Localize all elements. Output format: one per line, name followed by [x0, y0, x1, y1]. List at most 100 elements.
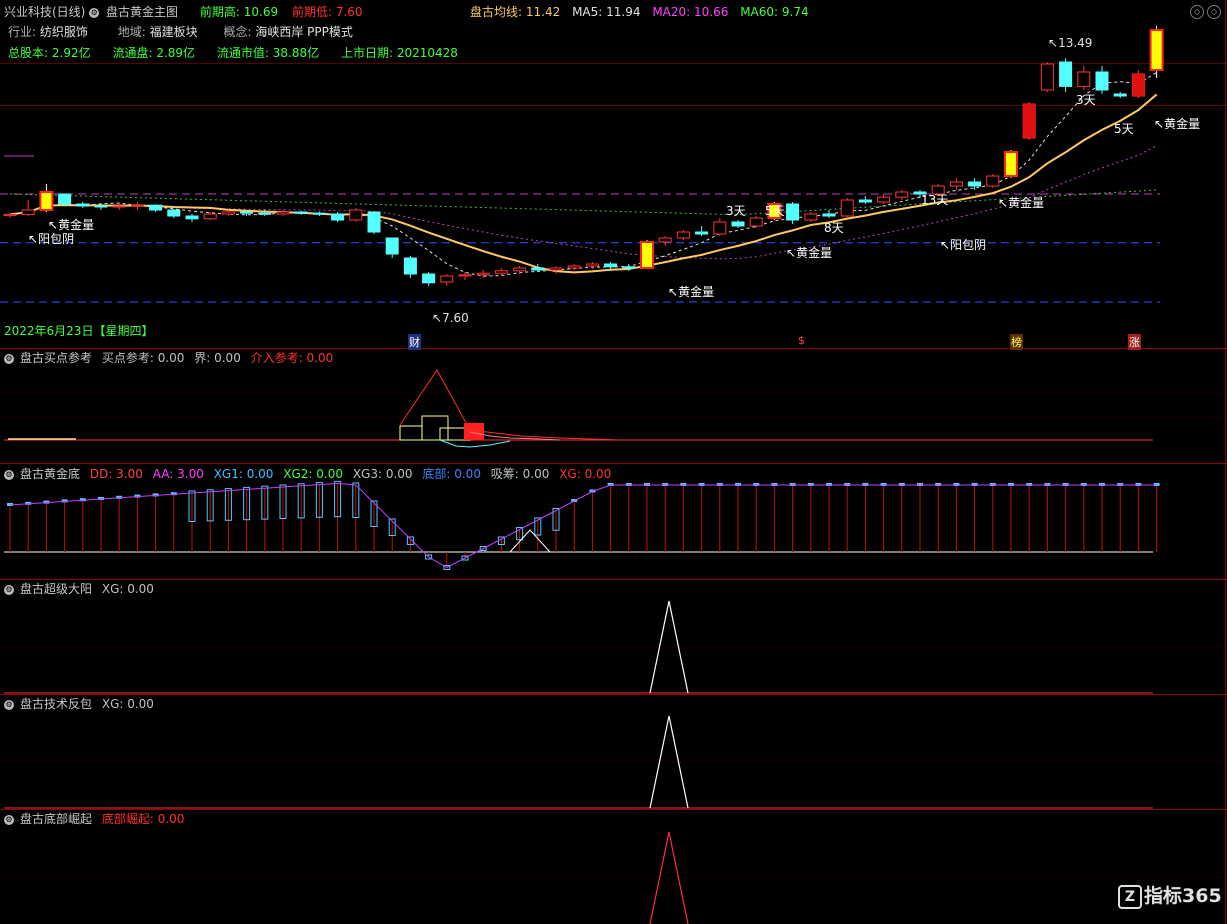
candle[interactable] — [385, 237, 399, 258]
candle[interactable] — [695, 226, 709, 236]
indicator-tick — [680, 483, 687, 486]
candle[interactable] — [331, 212, 345, 222]
candle[interactable] — [185, 214, 199, 222]
candle[interactable] — [422, 272, 436, 286]
candle[interactable] — [167, 209, 181, 218]
signal-line — [399, 369, 621, 441]
candle[interactable] — [676, 230, 690, 240]
candle[interactable] — [949, 178, 963, 190]
candle[interactable] — [494, 268, 508, 276]
brand-icon: Z — [1118, 884, 1142, 909]
candle[interactable] — [877, 194, 891, 204]
indicator-tick — [1117, 483, 1124, 486]
indicator-tick — [898, 483, 905, 486]
signal-box — [464, 423, 484, 440]
indicator-tick — [98, 497, 104, 500]
indicator-tick — [880, 483, 887, 486]
candle[interactable] — [76, 202, 90, 208]
candle[interactable] — [713, 218, 727, 236]
candle[interactable] — [276, 210, 290, 216]
candle[interactable] — [1077, 66, 1091, 90]
candle[interactable] — [440, 274, 454, 286]
indicator-bar — [206, 489, 214, 522]
candle[interactable] — [640, 240, 654, 270]
candle[interactable] — [3, 213, 17, 218]
gear-icon[interactable]: ⚙ — [4, 584, 14, 595]
candle[interactable] — [1059, 58, 1073, 92]
candle[interactable] — [1149, 26, 1164, 78]
limit-up-marker[interactable]: 涨 — [1128, 334, 1141, 350]
candle[interactable] — [367, 211, 381, 234]
candle[interactable] — [403, 256, 417, 278]
indicator-tick — [625, 483, 632, 486]
panel-field: 介入参考: 0.00 — [250, 351, 334, 365]
candle[interactable] — [130, 202, 144, 210]
candle[interactable] — [294, 210, 308, 215]
indicator-tick — [917, 483, 923, 486]
golden-volume-label: ↖黄金量 — [1154, 117, 1201, 131]
candle[interactable] — [458, 272, 472, 280]
indicator-tick — [1062, 483, 1069, 486]
indicator-tick — [662, 483, 669, 486]
panel-title-super-yang[interactable]: ⚙ 盘古超级大阳 XG: 0.00 — [4, 581, 160, 597]
panel-field: 买点参考: 0.00 — [101, 351, 185, 365]
candle[interactable] — [822, 210, 836, 218]
gear-icon[interactable]: ⚙ — [4, 353, 14, 364]
candle[interactable] — [731, 220, 745, 228]
panel-title-tech-reversal[interactable]: ⚙ 盘古技术反包 XG: 0.00 — [4, 696, 160, 712]
candle[interactable] — [840, 198, 854, 218]
signal-box — [421, 415, 449, 441]
big-yang-candle[interactable] — [1023, 104, 1036, 138]
candle[interactable] — [585, 262, 599, 270]
candle[interactable] — [549, 266, 563, 274]
candle[interactable] — [986, 174, 1000, 188]
list-marker[interactable]: 榜 — [1010, 334, 1023, 350]
indicator-tick — [753, 483, 760, 486]
gear-icon[interactable]: ⚙ — [4, 469, 14, 480]
panel-separator — [0, 463, 1227, 464]
panel-title-golden-bottom[interactable]: ⚙ 盘古黄金底 DD: 3.00 AA: 3.00 XG1: 0.00 XG2: … — [4, 466, 617, 482]
gear-icon[interactable]: ⚙ — [4, 699, 14, 710]
candlestick-chart[interactable] — [0, 0, 1227, 348]
finance-marker[interactable]: 财 — [408, 334, 421, 350]
panel-field: 底部: 0.00 — [422, 467, 481, 481]
indicator-tick — [1099, 483, 1105, 486]
candle[interactable] — [1095, 66, 1109, 94]
candle[interactable] — [240, 210, 254, 216]
candle[interactable] — [21, 200, 35, 216]
big-yang-candle[interactable] — [1132, 74, 1145, 96]
candle[interactable] — [804, 212, 818, 222]
candle[interactable] — [604, 262, 618, 270]
candle[interactable] — [349, 208, 363, 222]
panel-title-bottom-rise[interactable]: ⚙ 盘古底部崛起 底部崛起: 0.00 — [4, 811, 190, 827]
day-count-label: 8天 — [824, 221, 844, 235]
panel-name: 盘古买点参考 — [20, 351, 93, 365]
candle[interactable] — [58, 193, 72, 206]
panel-title-buy-point[interactable]: ⚙ 盘古买点参考 买点参考: 0.00 界: 0.00 介入参考: 0.00 — [4, 350, 339, 366]
candle[interactable] — [312, 211, 326, 216]
gear-icon[interactable]: ⚙ — [4, 814, 14, 825]
panel-field: XG3: 0.00 — [352, 467, 413, 481]
money-marker[interactable]: $ — [798, 334, 805, 347]
indicator-tick — [971, 483, 978, 486]
candle[interactable] — [476, 270, 490, 278]
candle[interactable] — [749, 216, 763, 228]
golden-volume-label: ↖黄金量 — [998, 196, 1045, 210]
date-label: 2022年6月23日【星期四】 — [4, 324, 154, 338]
candle[interactable] — [1113, 92, 1127, 98]
candle[interactable] — [895, 190, 909, 200]
candle[interactable] — [39, 184, 54, 212]
indicator-bar — [261, 485, 269, 520]
indicator-bar — [352, 482, 360, 518]
candle[interactable] — [786, 202, 800, 224]
candle[interactable] — [858, 196, 872, 204]
candle[interactable] — [112, 203, 126, 210]
candle[interactable] — [1004, 150, 1018, 178]
indicator-bar — [497, 536, 505, 545]
candle[interactable] — [149, 204, 163, 212]
indicator-tick — [79, 498, 86, 502]
ma60-line[interactable] — [9, 189, 1157, 216]
candle[interactable] — [1040, 62, 1054, 92]
candle[interactable] — [658, 236, 672, 246]
indicator-tick — [134, 494, 141, 498]
